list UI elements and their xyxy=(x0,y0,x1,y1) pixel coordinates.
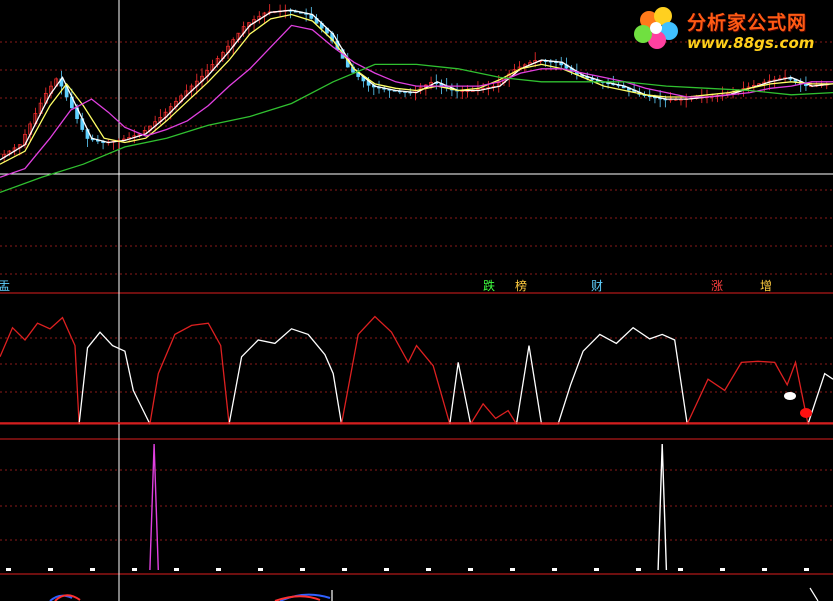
oscillator-segment xyxy=(557,326,688,425)
signal-tick xyxy=(678,568,683,571)
watermark-title: 分析家公式网 xyxy=(687,12,808,34)
signal-tick xyxy=(258,568,263,571)
signal-spike_white xyxy=(657,443,668,571)
signal-tick xyxy=(132,568,137,571)
signal-tick xyxy=(720,568,725,571)
oscillator-segment xyxy=(0,316,80,425)
signal-marker-label: 盂 xyxy=(0,279,10,293)
signal-tick xyxy=(426,568,431,571)
watermark-logo: 分析家公式网 www.88gs.com xyxy=(629,2,829,54)
signal-tick xyxy=(90,568,95,571)
flower-logo-icon xyxy=(634,7,678,49)
bottom-curve xyxy=(809,587,819,601)
signal-tick xyxy=(510,568,515,571)
signal-tick xyxy=(174,568,179,571)
signal-tick xyxy=(762,568,767,571)
signal-spike_magenta xyxy=(149,443,159,571)
oscillator-segment xyxy=(449,362,472,425)
oscillator-segment xyxy=(807,372,833,425)
oscillator-segment xyxy=(228,328,343,425)
signal-tick xyxy=(216,568,221,571)
white-dot-marker xyxy=(784,392,796,400)
signal-tick xyxy=(804,568,809,571)
red-dot-marker xyxy=(800,408,812,418)
signal-marker-label: 跌 xyxy=(483,278,495,293)
oscillator-segment xyxy=(78,331,151,425)
price-series-ma_slow xyxy=(0,63,833,194)
signal-tick xyxy=(636,568,641,571)
signal-tick xyxy=(468,568,473,571)
oscillator-segment xyxy=(470,402,518,425)
signal-marker-label: 榜 xyxy=(515,278,527,293)
oscillator-segment xyxy=(515,345,543,425)
chart-canvas[interactable]: 盂跌榜财涨增 xyxy=(0,0,833,601)
signal-marker-label: 涨 xyxy=(711,278,723,293)
oscillator-segment xyxy=(340,315,451,425)
signal-tick xyxy=(594,568,599,571)
signal-tick xyxy=(6,568,11,571)
signal-tick xyxy=(552,568,557,571)
signal-tick xyxy=(342,568,347,571)
signal-tick xyxy=(300,568,305,571)
signal-marker-label: 增 xyxy=(760,279,772,293)
signal-tick xyxy=(48,568,53,571)
signal-tick xyxy=(384,568,389,571)
watermark-url: www.88gs.com xyxy=(687,34,815,52)
signal-marker-label: 财 xyxy=(591,279,603,293)
